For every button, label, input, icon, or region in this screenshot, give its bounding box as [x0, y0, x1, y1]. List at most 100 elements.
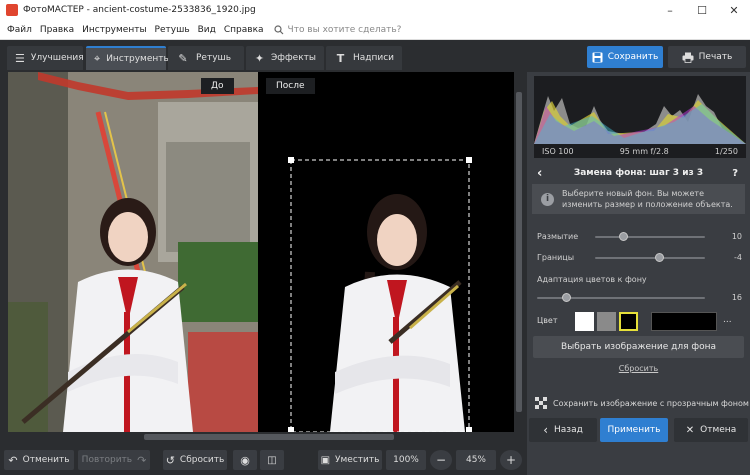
scroll-thumb[interactable] — [144, 434, 394, 440]
print-button[interactable]: Печать — [668, 46, 746, 68]
help-icon[interactable]: ? — [732, 168, 738, 179]
adaptation-label-row: Адаптация цветов к фону — [537, 272, 742, 288]
undo-icon: ↶ — [8, 453, 18, 467]
histogram — [534, 76, 746, 144]
menu-file[interactable]: Файл — [3, 25, 36, 35]
undo-button[interactable]: ↶ Отменить — [4, 450, 74, 470]
image-canvas[interactable]: До После — [8, 72, 514, 432]
tab-effects[interactable]: ✦ Эффекты — [246, 46, 324, 70]
back-label: Назад — [554, 425, 583, 435]
window-title: ФотоМАСТЕР - ancient-costume-2533836_192… — [23, 5, 256, 15]
redo-label: Повторить — [81, 455, 133, 465]
borders-value: -4 — [734, 253, 742, 262]
floppy-icon — [592, 52, 603, 62]
apply-label: Применить — [607, 425, 661, 435]
menu-edit[interactable]: Правка — [36, 25, 78, 35]
close-icon: ✕ — [685, 424, 695, 436]
shutter-value: 1/250 — [714, 146, 738, 156]
sliders-icon: ☰ — [15, 51, 25, 65]
zoom-100-label: 100% — [393, 455, 419, 465]
custom-color-field[interactable] — [651, 312, 717, 331]
plus-icon: + — [505, 453, 517, 467]
histogram-graph — [534, 94, 746, 144]
apply-button[interactable]: Применить — [600, 418, 668, 442]
color-row: Цвет ... — [537, 311, 742, 333]
fit-icon: ▣ — [320, 454, 331, 466]
slider-knob[interactable] — [655, 253, 664, 262]
maximize-icon[interactable]: ☐ — [686, 0, 718, 20]
zoom-100-button[interactable]: 100% — [386, 450, 426, 470]
reset-button[interactable]: ↺ Сбросить — [163, 450, 227, 470]
eye-button[interactable]: ◉ — [233, 450, 257, 470]
before-badge: До — [201, 78, 234, 94]
slider-track[interactable] — [595, 257, 705, 259]
before-photo — [8, 72, 258, 432]
tab-tools[interactable]: ⌖ Инструменты — [86, 46, 171, 70]
swatch-black-selected[interactable] — [619, 312, 638, 331]
reset-link[interactable]: Сбросить — [527, 364, 750, 373]
menu-view[interactable]: Вид — [194, 25, 220, 35]
compare-icon: ◫ — [267, 454, 277, 466]
pick-background-button[interactable]: Выбрать изображение для фона — [533, 336, 744, 358]
borders-label: Границы — [537, 253, 575, 262]
redo-icon: ↷ — [137, 453, 147, 467]
cancel-label: Отмена — [700, 425, 737, 435]
swatch-gray[interactable] — [597, 312, 616, 331]
vertical-scrollbar[interactable] — [514, 72, 524, 432]
close-icon[interactable]: ✕ — [718, 0, 750, 20]
horizontal-scrollbar[interactable] — [8, 432, 514, 442]
tab-retouch[interactable]: ✎ Ретушь — [168, 46, 244, 70]
adaptation-value: 16 — [731, 293, 742, 302]
back-chevron-icon[interactable]: ‹ — [537, 166, 542, 181]
slider-knob[interactable] — [619, 232, 628, 241]
step-title: Замена фона: шаг 3 из 3 — [573, 168, 704, 178]
scroll-thumb[interactable] — [516, 92, 522, 412]
borders-slider[interactable]: Границы -4 — [537, 250, 742, 266]
print-label: Печать — [698, 52, 733, 62]
blur-slider[interactable]: Размытие 10 — [537, 229, 742, 245]
tab-improvements[interactable]: ☰ Улучшения — [7, 46, 84, 70]
minus-icon: − — [435, 453, 447, 467]
swatch-white[interactable] — [575, 312, 594, 331]
cancel-button[interactable]: ✕ Отмена — [674, 418, 748, 442]
slider-track[interactable] — [595, 236, 705, 238]
exif-info: ISO 100 95 mm f/2.8 1/250 — [534, 144, 746, 158]
reset-icon: ↺ — [165, 453, 175, 467]
iso-value: ISO 100 — [542, 146, 574, 156]
back-button[interactable]: ‹ Назад — [529, 418, 597, 442]
minimize-icon[interactable]: – — [654, 0, 686, 20]
save-button[interactable]: Сохранить — [587, 46, 663, 68]
zoom-in-button[interactable]: + — [500, 450, 522, 470]
command-search[interactable]: Что вы хотите сделать? — [273, 24, 401, 35]
info-icon: i — [541, 192, 554, 206]
menu-retouch[interactable]: Ретушь — [151, 25, 194, 35]
before-image: До — [8, 72, 258, 432]
fit-button[interactable]: ▣ Уместить — [318, 450, 382, 470]
save-transparent-button[interactable]: Сохранить изображение с прозрачным фоном — [527, 395, 750, 411]
tab-text[interactable]: T Надписи — [326, 46, 402, 70]
after-badge: После — [266, 78, 315, 94]
menu-tools[interactable]: Инструменты — [78, 25, 150, 35]
hint-box: i Выберите новый фон. Вы можете изменить… — [532, 184, 745, 214]
more-colors-button[interactable]: ... — [723, 315, 732, 325]
slider-knob[interactable] — [562, 293, 571, 302]
save-label: Сохранить — [607, 52, 659, 62]
zoom-value-field[interactable]: 45% — [456, 450, 496, 470]
after-image[interactable]: После — [260, 72, 514, 432]
adaptation-label: Адаптация цветов к фону — [537, 275, 647, 284]
tab-label: Улучшения — [30, 53, 84, 63]
right-panel: ISO 100 95 mm f/2.8 1/250 ‹ Замена фона:… — [527, 72, 750, 475]
blur-label: Размытие — [537, 232, 579, 241]
compare-button[interactable]: ◫ — [260, 450, 284, 470]
step-header: ‹ Замена фона: шаг 3 из 3 ? — [527, 162, 750, 184]
menu-help[interactable]: Справка — [220, 25, 268, 35]
eye-icon: ◉ — [240, 453, 250, 467]
redo-button[interactable]: Повторить ↷ — [78, 450, 150, 470]
checkerboard-icon — [535, 397, 547, 409]
reset-label: Сбросить — [179, 455, 225, 465]
lens-value: 95 mm f/2.8 — [619, 146, 669, 156]
zoom-out-button[interactable]: − — [430, 450, 452, 470]
search-icon — [273, 24, 283, 34]
adaptation-slider[interactable]: 16 — [537, 290, 742, 306]
hint-text: Выберите новый фон. Вы можете изменить р… — [562, 189, 733, 209]
